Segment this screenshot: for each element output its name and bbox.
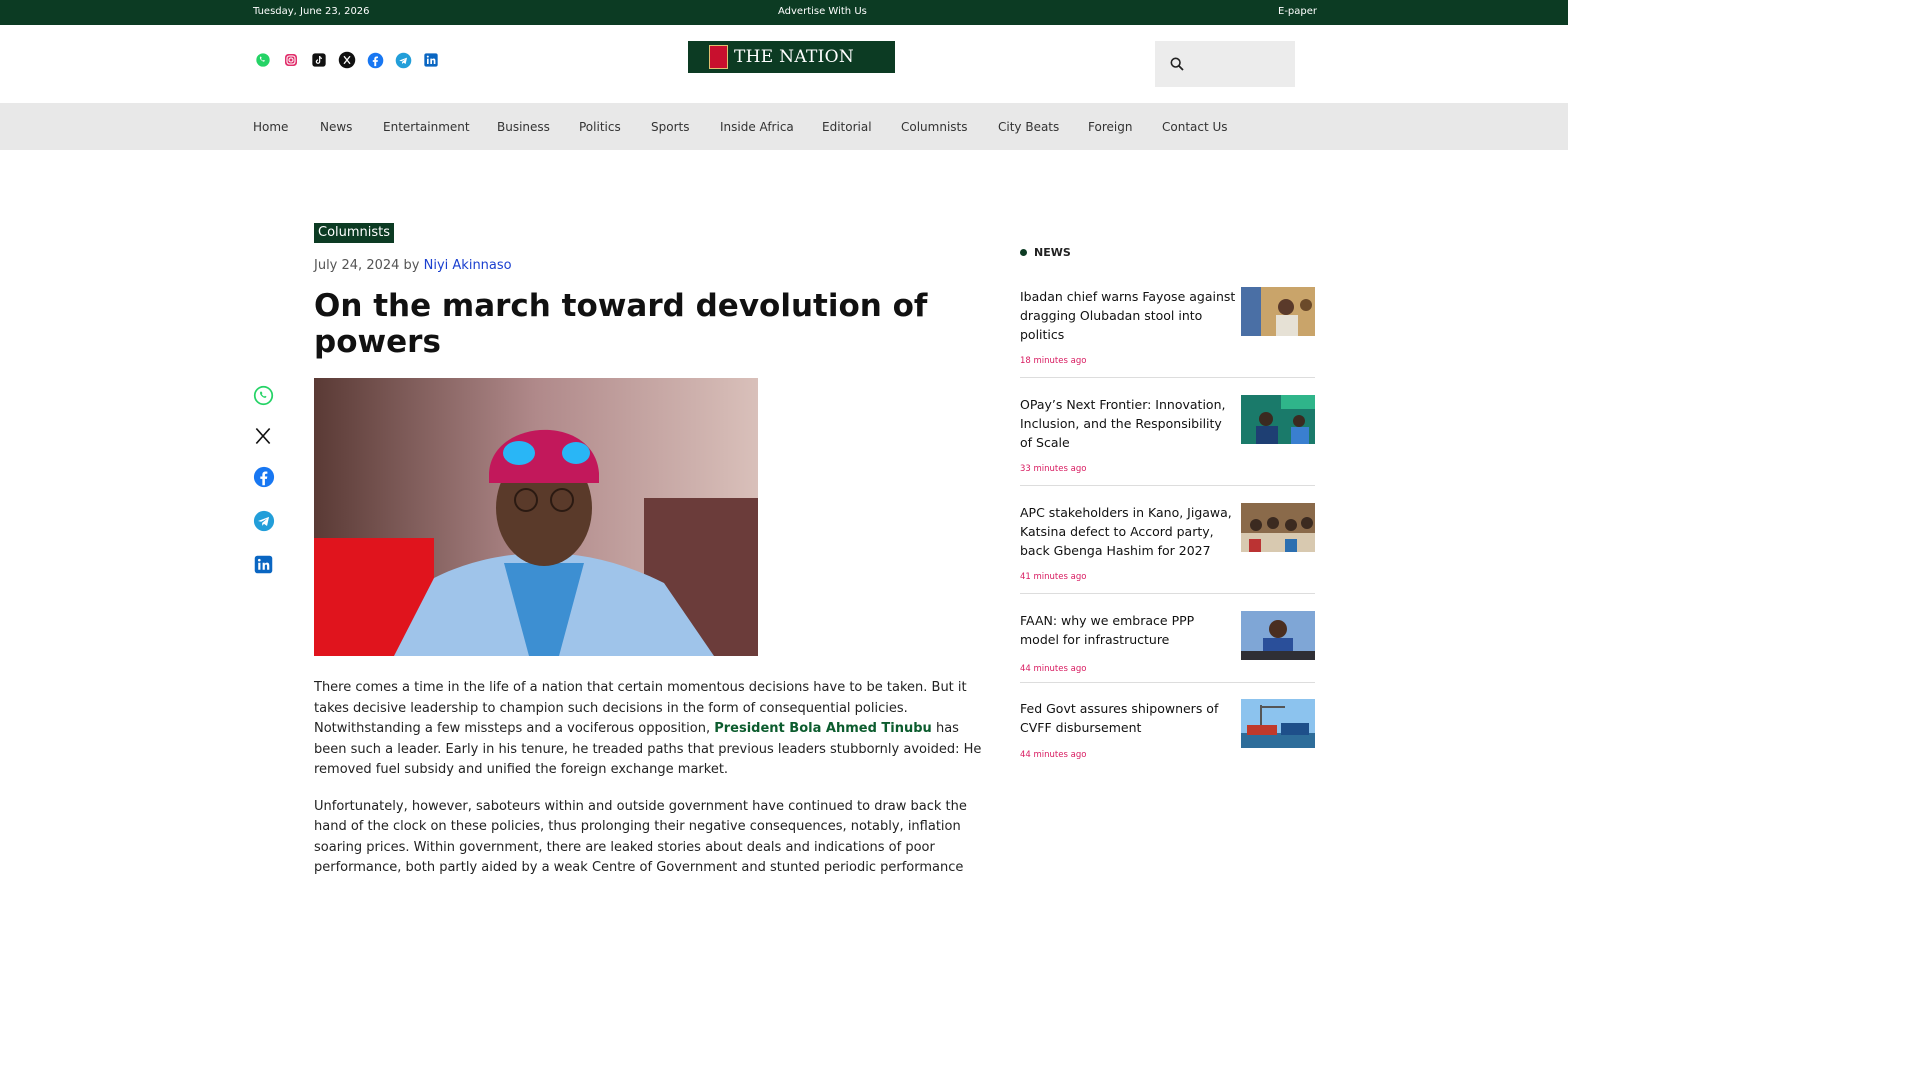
news-time: 44 minutes ago: [1020, 750, 1087, 760]
search-box[interactable]: [1155, 41, 1295, 87]
share-whatsapp-icon[interactable]: [253, 385, 274, 410]
article-hero-image: [314, 378, 758, 656]
news-headline[interactable]: APC stakeholders in Kano, Jigawa, Katsin…: [1020, 503, 1236, 560]
telegram-icon[interactable]: [394, 51, 412, 69]
site-header: THE NATION: [0, 25, 1568, 103]
social-links: [254, 51, 440, 69]
advertise-link[interactable]: Advertise With Us: [778, 6, 867, 17]
article-paragraph: There comes a time in the life of a nati…: [314, 680, 982, 777]
logo-text: THE NATION: [734, 47, 855, 67]
nav-item-columnists[interactable]: Columnists: [901, 120, 968, 134]
facebook-icon[interactable]: [366, 51, 384, 69]
nav-item-foreign[interactable]: Foreign: [1088, 120, 1132, 134]
share-facebook-icon[interactable]: [253, 466, 275, 492]
x-icon[interactable]: [338, 51, 356, 69]
author-link[interactable]: Niyi Akinnaso: [424, 258, 512, 273]
news-thumbnail[interactable]: [1241, 287, 1315, 336]
news-headline[interactable]: Ibadan chief warns Fayose against draggi…: [1020, 287, 1236, 344]
nav-item-inside-africa[interactable]: Inside Africa: [720, 120, 794, 134]
search-icon[interactable]: [1169, 56, 1185, 72]
share-telegram-icon[interactable]: [253, 510, 275, 536]
news-time: 18 minutes ago: [1020, 356, 1087, 366]
news-time: 44 minutes ago: [1020, 664, 1087, 674]
share-x-icon[interactable]: [253, 426, 273, 450]
news-thumbnail[interactable]: [1241, 611, 1315, 660]
news-time: 33 minutes ago: [1020, 464, 1087, 474]
tiktok-icon[interactable]: [310, 51, 328, 69]
nav-item-politics[interactable]: Politics: [579, 120, 621, 134]
top-bar: Tuesday, June 23, 2026 Advertise With Us…: [0, 0, 1568, 25]
divider: [1020, 593, 1315, 594]
news-headline[interactable]: OPay’s Next Frontier: Innovation, Inclus…: [1020, 395, 1236, 452]
site-logo[interactable]: THE NATION: [688, 41, 895, 73]
news-time: 41 minutes ago: [1020, 572, 1087, 582]
category-badge[interactable]: Columnists: [314, 223, 395, 243]
nav-item-city-beats[interactable]: City Beats: [998, 120, 1059, 134]
article-body: There comes a time in the life of a nati…: [314, 678, 982, 895]
sidebar-heading: NEWS: [1020, 246, 1071, 259]
divider: [1020, 485, 1315, 486]
nav-item-home[interactable]: Home: [253, 120, 288, 134]
news-thumbnail[interactable]: [1241, 395, 1315, 444]
current-date: Tuesday, June 23, 2026: [253, 6, 370, 17]
nav-item-business[interactable]: Business: [497, 120, 550, 134]
instagram-icon[interactable]: [282, 51, 300, 69]
news-headline[interactable]: Fed Govt assures shipowners of CVFF disb…: [1020, 699, 1236, 737]
nav-item-news[interactable]: News: [320, 120, 352, 134]
bullet-dot-icon: [1020, 249, 1027, 256]
by-label: by: [403, 258, 420, 273]
main-nav: Home News Entertainment Business Politic…: [0, 103, 1568, 150]
nav-item-contact-us[interactable]: Contact Us: [1162, 120, 1228, 134]
article-date: July 24, 2024: [314, 258, 400, 273]
news-headline[interactable]: FAAN: why we embrace PPP model for infra…: [1020, 611, 1236, 649]
news-thumbnail[interactable]: [1241, 699, 1315, 748]
article-meta: July 24, 2024 by Niyi Akinnaso: [314, 258, 512, 273]
nav-item-sports[interactable]: Sports: [651, 120, 689, 134]
news-thumbnail[interactable]: [1241, 503, 1315, 552]
epaper-link[interactable]: E-paper: [1278, 6, 1317, 17]
nav-item-editorial[interactable]: Editorial: [822, 120, 872, 134]
article-paragraph: Unfortunately, however, saboteurs within…: [314, 798, 967, 876]
nav-item-entertainment[interactable]: Entertainment: [383, 120, 470, 134]
share-linkedin-icon[interactable]: [253, 554, 274, 579]
tinubu-link[interactable]: President Bola Ahmed Tinubu: [714, 721, 932, 736]
divider: [1020, 682, 1315, 683]
linkedin-icon[interactable]: [422, 51, 440, 69]
whatsapp-icon[interactable]: [254, 51, 272, 69]
divider: [1020, 377, 1315, 378]
logo-crest-icon: [709, 45, 728, 69]
article-title: On the march toward devolution of powers: [314, 288, 928, 360]
